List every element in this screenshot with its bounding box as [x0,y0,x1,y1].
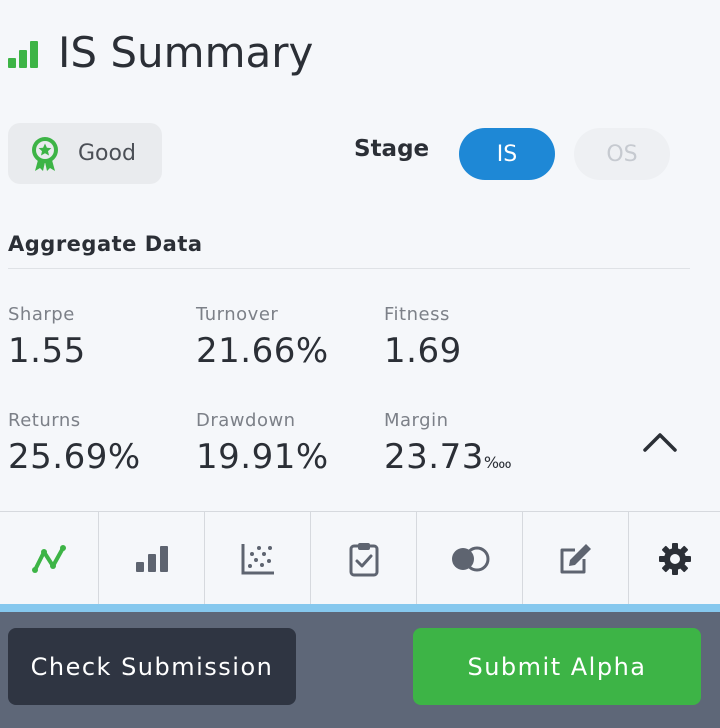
chevron-up-icon [643,433,677,452]
edit-icon [560,543,591,573]
signal-bars-icon [8,36,44,68]
basis-point-unit: ‱ [483,453,512,472]
metric-label: Sharpe [8,304,75,325]
gear-icon [658,542,691,575]
metric-value-number: 23.73 [384,437,484,477]
stage-label: Stage [354,136,430,162]
tab-correlation[interactable] [417,512,523,605]
metric-margin: Margin 23.73‱ [384,410,512,477]
page-header: IS Summary [8,22,313,82]
metric-value: 1.55 [8,331,86,371]
scatter-plot-icon [241,543,274,574]
metric-drawdown: Drawdown 19.91% [196,410,329,477]
grade-badge: Good [8,123,162,184]
metric-label: Margin [384,410,449,431]
aggregate-data-title: Aggregate Data [8,232,203,256]
metric-fitness: Fitness 1.69 [384,304,462,371]
bar-chart-icon [135,545,168,572]
stage-os-button[interactable]: OS [574,128,670,180]
tab-bar-chart[interactable] [99,512,205,605]
section-divider [8,268,690,269]
overlap-circles-icon [451,546,489,571]
award-icon [32,136,58,171]
metric-returns: Returns 25.69% [8,410,141,477]
metric-label: Returns [8,410,81,431]
submit-alpha-button[interactable]: Submit Alpha [413,628,701,705]
metric-label: Drawdown [196,410,296,431]
metric-turnover: Turnover 21.66% [196,304,329,371]
tab-scatter-plot[interactable] [205,512,311,605]
metric-value: 21.66% [196,331,329,371]
stage-is-button[interactable]: IS [459,128,555,180]
page-title: IS Summary [58,27,314,77]
metric-label: Turnover [196,304,279,325]
collapse-button[interactable] [640,422,680,462]
tab-bar-accent-stripe [0,604,720,612]
line-chart-icon [32,544,66,573]
action-footer: Check Submission Submit Alpha [0,612,720,728]
metric-value: 25.69% [8,437,141,477]
tab-bar [0,511,720,605]
grade-label: Good [78,141,136,166]
clipboard-check-icon [349,542,378,576]
metric-value: 1.69 [384,331,462,371]
tab-edit[interactable] [523,512,629,605]
tab-settings[interactable] [629,512,720,605]
metric-value: 19.91% [196,437,329,477]
tab-checklist[interactable] [311,512,417,605]
metric-sharpe: Sharpe 1.55 [8,304,86,371]
check-submission-button[interactable]: Check Submission [8,628,296,705]
metric-value: 23.73‱ [384,437,512,477]
metric-label: Fitness [384,304,450,325]
tab-line-chart[interactable] [0,512,99,605]
